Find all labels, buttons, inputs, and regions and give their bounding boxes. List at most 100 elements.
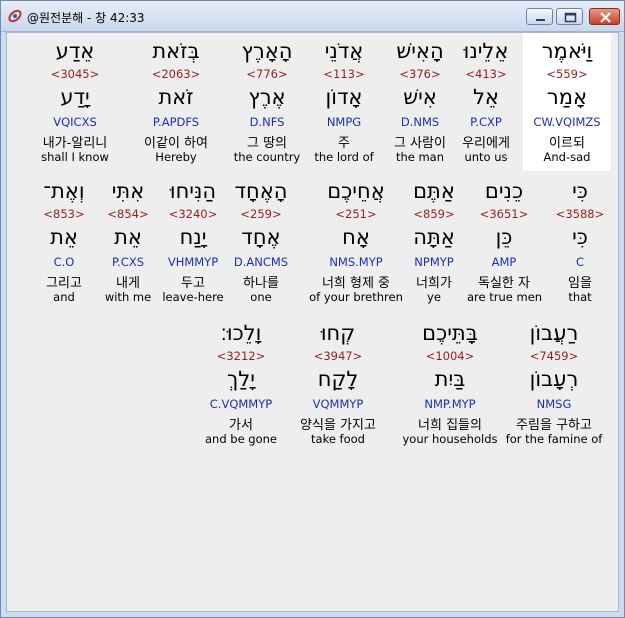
english-gloss: the lord of (314, 150, 374, 164)
english-gloss: ye (427, 290, 441, 304)
strong-number: <3651> (479, 207, 529, 221)
korean-gloss: 그리고 (46, 276, 82, 291)
word-column[interactable]: כִּי <3588> כִּי C 임을 that (537, 173, 618, 311)
english-gloss: and (53, 290, 75, 304)
strong-number: <413> (465, 67, 507, 81)
verse-line: רַעֲבוֹן <7459> רְעָבוֹן NMSG 주림을 구하고 for the… (7, 315, 618, 455)
strong-number: <259> (240, 207, 282, 221)
parsing-code: C.O (53, 255, 75, 269)
parsing-code: NMS.MYP (329, 255, 383, 269)
hebrew-root: כִּי (572, 225, 588, 249)
word-column[interactable]: הָאֶחָד <259> אֶחָד D.ANCMS 하나를 one (223, 173, 299, 311)
app-window: @원전분해 - 창 42:33 וַיֹּאמֶר <559> אָמַר CW.VQ… (0, 0, 625, 618)
word-column[interactable]: אֵדַע <3045> יָדַע VQICXS 내가-알리니 shall I know (27, 33, 123, 171)
hebrew-word: כֵנִים (484, 179, 524, 203)
parsing-code: NMPG (326, 115, 362, 129)
korean-gloss: 주 (338, 136, 350, 151)
hebrew-root: אַתָּה (413, 225, 455, 249)
word-column[interactable]: הָאִישׁ <376> אִישׁ D.NMS 그 사람이 the man (383, 33, 457, 171)
korean-gloss: 하나를 (243, 276, 279, 291)
hebrew-root: יָנַח (179, 225, 207, 249)
hebrew-word: אֵלֵינוּ (463, 39, 509, 63)
parsing-code: D.NMS (400, 115, 440, 129)
korean-gloss: 너희 형제 중 (321, 276, 391, 291)
verse-line: וַיֹּאמֶר <559> אָמַר CW.VQIMZS 이르되 And-sad אֵ… (7, 33, 618, 173)
close-button[interactable] (589, 8, 620, 25)
hebrew-root: אֵל (473, 85, 499, 109)
parsing-code: VQICXS (53, 115, 97, 129)
word-column[interactable]: וְאֶת־ <853> אֵת C.O 그리고 and (31, 173, 97, 311)
strong-number: <3947> (313, 349, 363, 363)
word-column[interactable]: אַתֶּם <859> אַתָּה NPMYP 너희가 ye (399, 173, 469, 311)
hebrew-word: הָאָרֶץ (241, 39, 293, 63)
hebrew-root: כֵּן (495, 225, 513, 249)
word-column[interactable]: וָלֵכוּ׃ <3212> יָלַךְ C.VQMMYP 가서 and be gon… (197, 315, 285, 453)
maximize-icon (564, 12, 577, 23)
word-column[interactable]: בְּזֹאת <2063> זֹאת P.APDFS 이같이 하여 Hereby (131, 33, 221, 171)
word-column[interactable]: בָּתֵּיכֶם <1004> בַּיִת NMP.MYP 너희 집들의 your … (397, 315, 503, 453)
hebrew-root: אִישׁ (403, 85, 437, 109)
hebrew-root: אֵת (50, 225, 78, 249)
hebrew-word: בְּזֹאת (152, 39, 200, 63)
english-gloss: take food (311, 432, 365, 446)
korean-gloss: 그 사람이 (394, 136, 446, 151)
hebrew-word: כִּי (572, 179, 588, 203)
word-column[interactable]: וַיֹּאמֶר <559> אָמַר CW.VQIMZS 이르되 And-sad (523, 33, 611, 171)
title-bar[interactable]: @원전분해 - 창 42:33 (1, 1, 624, 32)
english-gloss: for the famine of (505, 432, 603, 446)
parsing-code: P.APDFS (152, 115, 200, 129)
korean-gloss: 양식을 가지고 (300, 418, 376, 433)
hebrew-word: הַנִּיחוּ (169, 179, 217, 203)
hebrew-root: אֵת (114, 225, 142, 249)
korean-gloss: 우리에게 (462, 136, 510, 151)
parsing-code: VQMMYP (312, 397, 364, 411)
hebrew-root: אֶחָד (241, 225, 281, 249)
hebrew-word: אִתִּי (111, 179, 145, 203)
word-column[interactable]: אֵלֵינוּ <413> אֵל P.CXP 우리에게 unto us (449, 33, 523, 171)
english-gloss: the country (233, 150, 301, 164)
hebrew-root: אֶרֶץ (248, 85, 286, 109)
strong-number: <3045> (50, 67, 100, 81)
hebrew-word: אַתֶּם (413, 179, 455, 203)
parsing-code: C.VQMMYP (209, 397, 273, 411)
english-gloss: Hereby (155, 150, 197, 164)
english-gloss: are true men (467, 290, 543, 304)
word-column[interactable]: אִתִּי <854> אֵת P.CXS 내게 with me (101, 173, 155, 311)
hebrew-root: אָדוֹן (325, 85, 363, 109)
korean-gloss: 내게 (116, 276, 140, 291)
word-column[interactable]: הָאָרֶץ <776> אֶרֶץ D.NFS 그 땅의 the country (225, 33, 309, 171)
parsing-code: D.ANCMS (233, 255, 289, 269)
word-column[interactable]: קְחוּ <3947> לָקַח VQMMYP 양식을 가지고 take food (283, 315, 393, 453)
hebrew-word: אֲדֹנֵי (324, 39, 364, 63)
english-gloss: leave-here (162, 290, 224, 304)
strong-number: <3240> (168, 207, 218, 221)
parsing-code: CW.VQIMZS (533, 115, 601, 129)
hebrew-word: הָאֶחָד (234, 179, 288, 203)
hebrew-word: רַעֲבוֹן (529, 321, 579, 345)
parsing-code: VHMMYP (167, 255, 219, 269)
word-column[interactable]: אֲחֵיכֶם <251> אָח NMS.MYP 너희 형제 중 of your br… (303, 173, 409, 311)
hebrew-root: רְעָבוֹן (529, 367, 579, 391)
analysis-panel[interactable]: וַיֹּאמֶר <559> אָמַר CW.VQIMZS 이르되 And-sad אֵ… (6, 32, 619, 612)
word-column[interactable]: רַעֲבוֹן <7459> רְעָבוֹן NMSG 주림을 구하고 for the… (499, 315, 609, 453)
hebrew-word: קְחוּ (320, 321, 356, 345)
english-gloss: And-sad (543, 150, 591, 164)
english-gloss: one (250, 290, 272, 304)
korean-gloss: 이르되 (549, 136, 585, 151)
hebrew-word: בָּתֵּיכֶם (422, 321, 478, 345)
english-gloss: your households (402, 432, 498, 446)
korean-gloss: 그 땅의 (246, 136, 287, 151)
hebrew-root: בַּיִת (434, 367, 466, 391)
word-column[interactable]: הַנִּיחוּ <3240> יָנַח VHMMYP 두고 leave-here (155, 173, 231, 311)
minimize-button[interactable] (526, 8, 553, 25)
word-column[interactable]: אֲדֹנֵי <113> אָדוֹן NMPG 주 the lord of (307, 33, 381, 171)
korean-gloss: 두고 (181, 276, 205, 291)
maximize-button[interactable] (556, 8, 583, 25)
word-column[interactable]: כֵנִים <3651> כֵּן AMP 독실한 자 are true men (467, 173, 543, 311)
hebrew-root: יָדַע (60, 85, 90, 109)
english-gloss: the man (395, 150, 445, 164)
verse-line: כִּי <3588> כִּי C 임을 that כֵנִים <3651> כֵּן AMP… (7, 173, 618, 313)
strong-number: <1004> (425, 349, 475, 363)
strong-number: <776> (246, 67, 288, 81)
english-gloss: unto us (464, 150, 508, 164)
